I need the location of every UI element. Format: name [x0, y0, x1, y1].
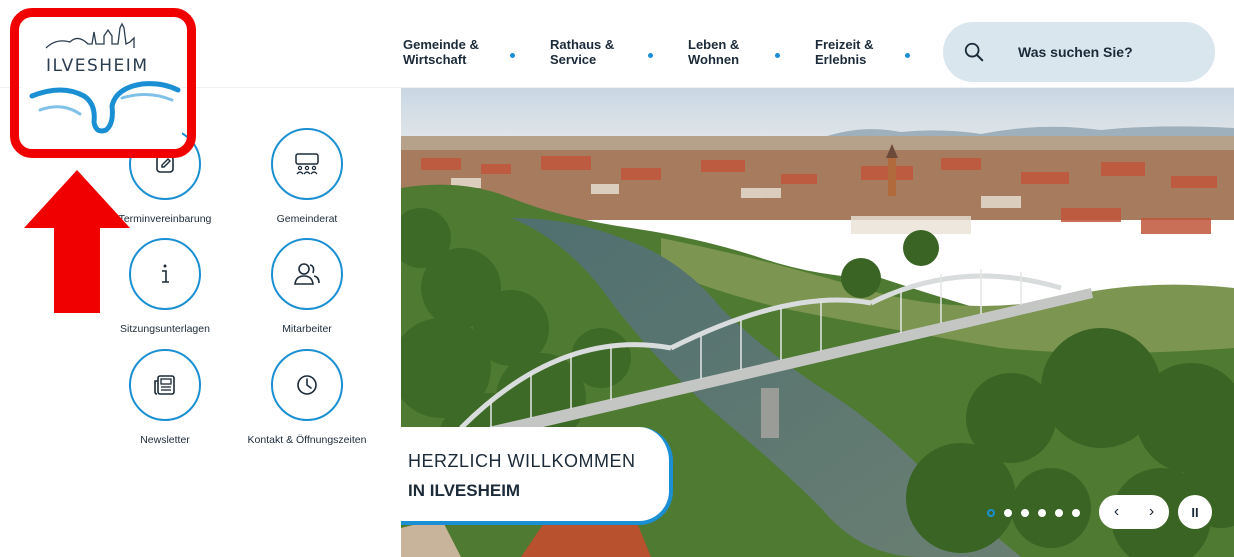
- quick-link-label: Gemeinderat: [276, 213, 338, 225]
- quick-link-circle[interactable]: [271, 128, 343, 200]
- council-icon: [295, 153, 319, 175]
- slider-pagination: [987, 509, 1089, 517]
- slider-dot-1[interactable]: [987, 509, 995, 517]
- slider-prev-button[interactable]: ‹: [1099, 503, 1134, 521]
- newspaper-icon: [154, 375, 175, 395]
- quick-link-label: Sitzungsunterlagen: [120, 323, 210, 335]
- quick-link-label: Newsletter: [140, 434, 190, 446]
- slider-dot-4[interactable]: [1038, 509, 1046, 517]
- quick-link-mitarbeiter[interactable]: Mitarbeiter: [237, 238, 377, 335]
- quick-link-label: Mitarbeiter: [282, 323, 332, 335]
- nav-label-line1: Rathaus &: [550, 37, 615, 52]
- nav-item-gemeinde-wirtschaft[interactable]: Gemeinde & Wirtschaft: [403, 37, 495, 67]
- welcome-panel: HERZLICH WILLKOMMEN IN ILVESHEIM: [401, 427, 673, 525]
- nav-label-line2: Erlebnis: [815, 52, 867, 67]
- quick-link-circle[interactable]: [271, 349, 343, 421]
- slider-nav-buttons: ‹ ›: [1099, 495, 1169, 529]
- main-nav: Gemeinde & Wirtschaft Rathaus & Service …: [403, 37, 945, 67]
- quick-link-circle[interactable]: [129, 349, 201, 421]
- nav-label-line2: Wirtschaft: [403, 52, 467, 67]
- quick-link-gemeinderat[interactable]: Gemeinderat: [237, 128, 377, 225]
- quick-link-newsletter[interactable]: Newsletter: [95, 349, 235, 446]
- nav-label-line1: Gemeinde &: [403, 37, 479, 52]
- search-icon[interactable]: [963, 41, 985, 63]
- nav-item-leben-wohnen[interactable]: Leben & Wohnen: [688, 37, 765, 67]
- quick-link-label: Kontakt & Öffnungszeiten: [247, 434, 367, 446]
- info-icon: [162, 264, 169, 283]
- quick-link-circle[interactable]: [129, 238, 201, 310]
- nav-label-line1: Freizeit &: [815, 37, 874, 52]
- welcome-heading: HERZLICH WILLKOMMEN: [408, 451, 636, 471]
- edit-icon: [156, 155, 174, 173]
- slider-dot-3[interactable]: [1021, 509, 1029, 517]
- nav-label-line2: Service: [550, 52, 597, 67]
- nav-separator-dot: [775, 52, 780, 58]
- nav-separator-dot: [510, 52, 515, 58]
- slider-dot-2[interactable]: [1004, 509, 1012, 517]
- logo-text: ILVESHEIM: [46, 56, 149, 76]
- slider-dot-5[interactable]: [1055, 509, 1063, 517]
- slider-next-button[interactable]: ›: [1134, 503, 1169, 521]
- nav-separator-dot: [905, 52, 910, 58]
- quick-link-kontakt-oeffnungszeiten[interactable]: Kontakt & Öffnungszeiten: [237, 349, 377, 446]
- quick-link-circle[interactable]: [271, 238, 343, 310]
- nav-label-line2: Wohnen: [688, 52, 740, 67]
- site-header: Gemeinde & Wirtschaft Rathaus & Service …: [0, 0, 1234, 88]
- people-icon: [294, 263, 320, 285]
- search-bar[interactable]: Was suchen Sie?: [943, 22, 1215, 82]
- search-placeholder[interactable]: Was suchen Sie?: [1018, 44, 1133, 60]
- slider-dot-6[interactable]: [1072, 509, 1080, 517]
- arrow-up-icon: [24, 170, 130, 313]
- logo-graphic: [29, 22, 181, 134]
- welcome-subheading: IN ILVESHEIM: [408, 481, 521, 500]
- nav-item-freizeit-erlebnis[interactable]: Freizeit & Erlebnis: [815, 37, 890, 67]
- clock-icon: [297, 375, 317, 395]
- slider-pause-button[interactable]: II: [1178, 495, 1212, 529]
- nav-item-rathaus-service[interactable]: Rathaus & Service: [550, 37, 638, 67]
- nav-separator-dot: [648, 52, 653, 58]
- site-logo[interactable]: ILVESHEIM: [22, 14, 182, 149]
- nav-label-line1: Leben &: [688, 37, 740, 52]
